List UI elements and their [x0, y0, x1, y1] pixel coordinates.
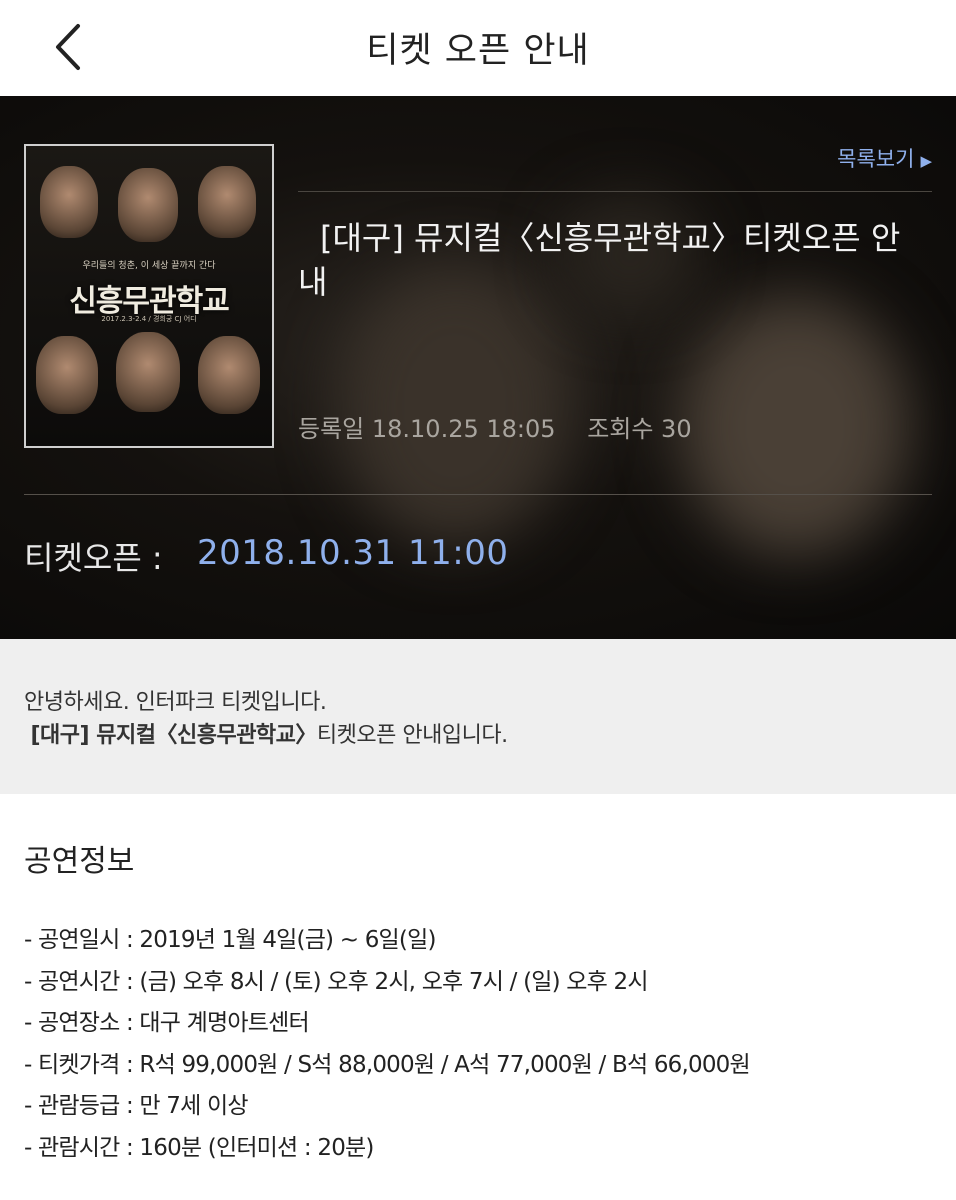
- notice-hero: 우리들의 청춘, 이 세상 끝까지 간다 신흥무관학교 2017.2.3-2.4…: [0, 96, 956, 639]
- performance-info: 공연정보 - 공연일시 : 2019년 1월 4일(금) ~ 6일(일) - 공…: [0, 794, 956, 1169]
- info-item: - 공연일시 : 2019년 1월 4일(금) ~ 6일(일): [24, 927, 436, 953]
- list-view-link[interactable]: 목록보기 ▶: [837, 143, 932, 173]
- divider: [298, 191, 932, 192]
- background-blur: [340, 266, 570, 546]
- top-bar: 티켓 오픈 안내: [0, 0, 956, 96]
- registered-date: 등록일 18.10.25 18:05: [298, 415, 556, 443]
- section-heading: 공연정보: [24, 844, 135, 879]
- info-item: - 관람시간 : 160분 (인터미션 : 20분): [24, 1134, 374, 1161]
- info-item: - 공연시간 : (금) 오후 8시 / (토) 오후 2시, 오후 7시 / …: [24, 968, 649, 995]
- notice-meta: 등록일 18.10.25 18:05 조회수 30: [298, 409, 716, 444]
- triangle-right-icon: ▶: [920, 152, 932, 170]
- notice-title: [대구] 뮤지컬〈신흥무관학교〉티켓오픈 안내: [298, 219, 901, 301]
- page-title: 티켓 오픈 안내: [366, 31, 590, 71]
- ticket-open-date: 2018.10.31 11:00: [197, 533, 509, 573]
- poster-date: 2017.2.3-2.4 / 경희궁 CJ 어디: [101, 315, 197, 323]
- greeting-line: [대구] 뮤지컬〈신흥무관학교〉티켓오픈 안내입니다.: [24, 719, 932, 752]
- ticket-open-label: 티켓오픈 :: [24, 539, 163, 577]
- list-view-label: 목록보기: [837, 147, 915, 171]
- greeting-bold: [대구] 뮤지컬〈신흥무관학교〉: [30, 723, 318, 748]
- greeting-rest: 티켓오픈 안내입니다.: [316, 723, 508, 748]
- poster-image[interactable]: 우리들의 청춘, 이 세상 끝까지 간다 신흥무관학교 2017.2.3-2.4…: [24, 144, 274, 448]
- greeting-box: 안녕하세요. 인터파크 티켓입니다. [대구] 뮤지컬〈신흥무관학교〉티켓오픈 …: [0, 639, 956, 794]
- poster-subtitle: 우리들의 청춘, 이 세상 끝까지 간다: [82, 261, 216, 271]
- info-item: - 티켓가격 : R석 99,000원 / S석 88,000원 / A석 77…: [24, 1051, 751, 1078]
- greeting-line: 안녕하세요. 인터파크 티켓입니다.: [24, 690, 327, 715]
- info-item: - 관람등급 : 만 7세 이상: [24, 1093, 249, 1119]
- divider: [24, 494, 932, 495]
- view-count: 조회수 30: [587, 415, 692, 443]
- info-item: - 공연장소 : 대구 계명아트센터: [24, 1010, 310, 1036]
- info-list: - 공연일시 : 2019년 1월 4일(금) ~ 6일(일) - 공연시간 :…: [24, 920, 932, 1169]
